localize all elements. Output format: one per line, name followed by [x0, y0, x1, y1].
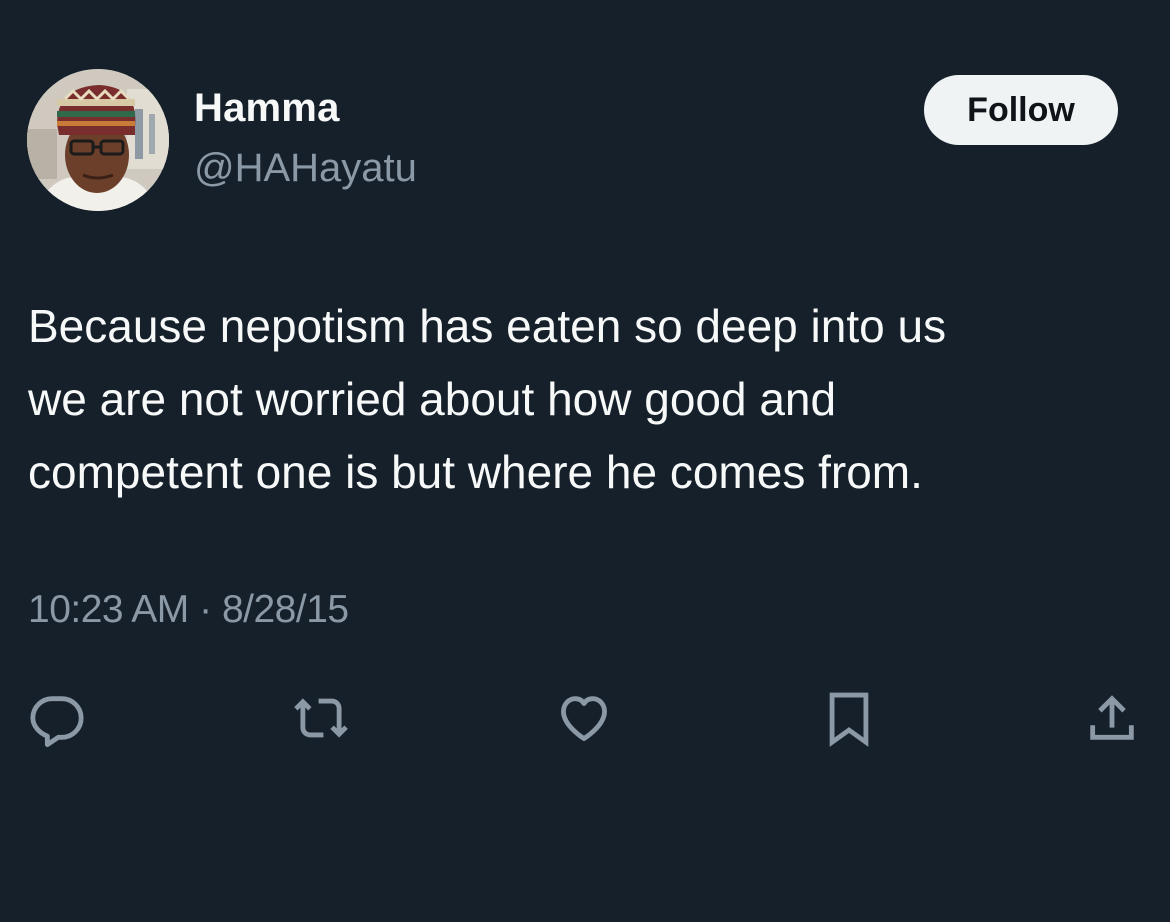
like-button[interactable] — [554, 688, 614, 748]
tweet-action-bar — [0, 688, 1170, 748]
avatar-image — [27, 69, 169, 211]
follow-button[interactable]: Follow — [924, 75, 1118, 145]
tweet-text-line: Because nepotism has eaten so deep into … — [28, 300, 947, 352]
tweet-date: 8/28/15 — [221, 588, 349, 631]
tweet-text-line: competent one is but where he comes from… — [28, 446, 923, 498]
share-button[interactable] — [1082, 688, 1142, 748]
reply-button[interactable] — [27, 688, 87, 748]
author-display-name[interactable]: Hamma — [194, 86, 340, 131]
tweet-time: 10:23 AM — [28, 588, 189, 631]
share-icon — [1090, 695, 1134, 740]
tweet-text-line: we are not worried about how good and — [28, 373, 837, 425]
meta-separator: · — [199, 588, 212, 631]
author-handle[interactable]: @HAHayatu — [194, 146, 417, 191]
bookmark-button[interactable] — [819, 688, 879, 748]
heart-icon — [561, 696, 607, 741]
author-avatar[interactable] — [27, 69, 169, 211]
reply-icon — [30, 696, 84, 747]
tweet-text: Because nepotism has eaten so deep into … — [28, 290, 1148, 509]
retweet-button[interactable] — [291, 688, 351, 748]
tweet-timestamp[interactable]: 10:23 AM · 8/28/15 — [28, 588, 349, 632]
bookmark-icon — [829, 692, 869, 747]
retweet-icon — [294, 698, 348, 738]
